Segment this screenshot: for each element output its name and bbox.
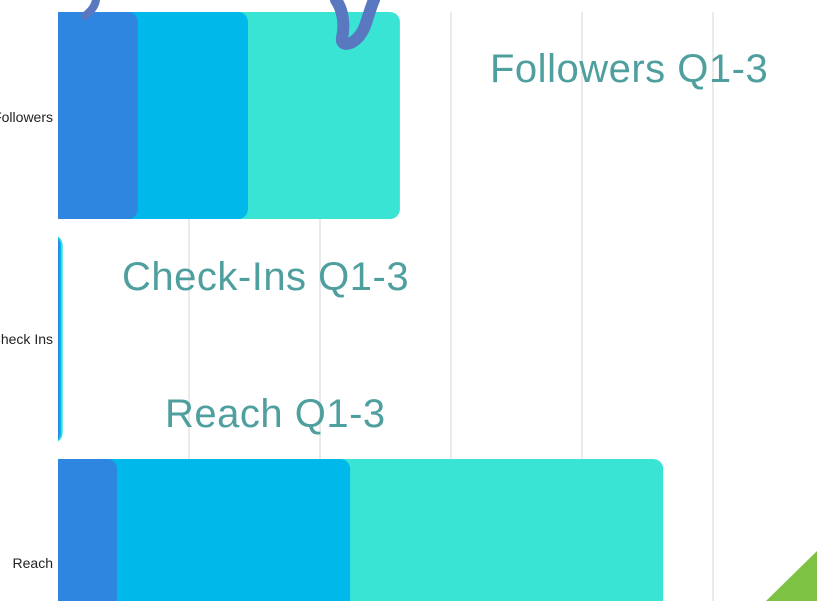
corner-triangle-decoration [766,551,817,601]
check-ins-title: Check-Ins Q1-3 [122,255,410,299]
followers-title: Followers Q1-3 [490,47,769,91]
bar-reach-segment-1 [48,459,117,601]
category-label-followers: Followers [0,109,53,125]
reach-title: Reach Q1-3 [165,392,386,436]
category-label-check-ins: Check Ins [0,331,53,347]
axis-left-mask [0,0,58,601]
bar-followers-segment-1 [48,12,138,219]
category-label-reach: Reach [12,555,53,571]
